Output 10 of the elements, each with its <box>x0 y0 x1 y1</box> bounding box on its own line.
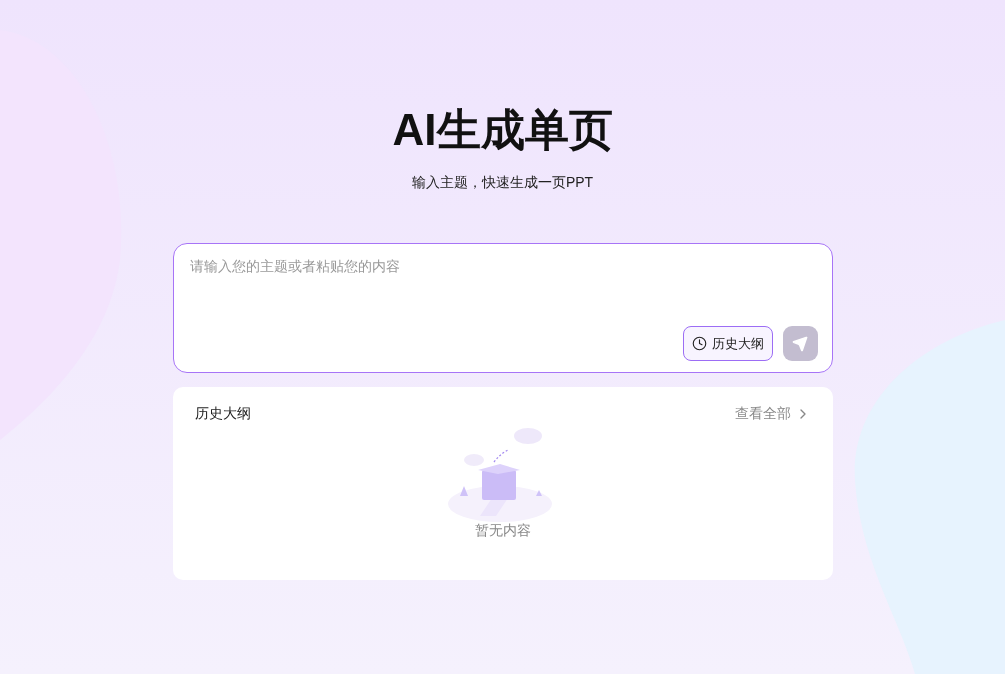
clock-icon <box>691 336 707 351</box>
view-all-link[interactable]: 查看全部 <box>734 403 811 424</box>
prompt-field[interactable]: 请输入您的主题或者粘贴您的内容 <box>189 256 816 326</box>
prompt-input[interactable]: 请输入您的主题或者粘贴您的内容 历史大纲 <box>172 243 833 373</box>
history-outline-button[interactable]: 历史大纲 <box>682 326 773 361</box>
history-title: 历史大纲 <box>194 404 251 423</box>
empty-state-text: 暂无内容 <box>474 521 531 540</box>
page-subtitle: 输入主题，快速生成一页PPT <box>411 173 594 192</box>
send-icon <box>792 335 808 352</box>
page-title: AI生成单页 <box>392 104 613 156</box>
